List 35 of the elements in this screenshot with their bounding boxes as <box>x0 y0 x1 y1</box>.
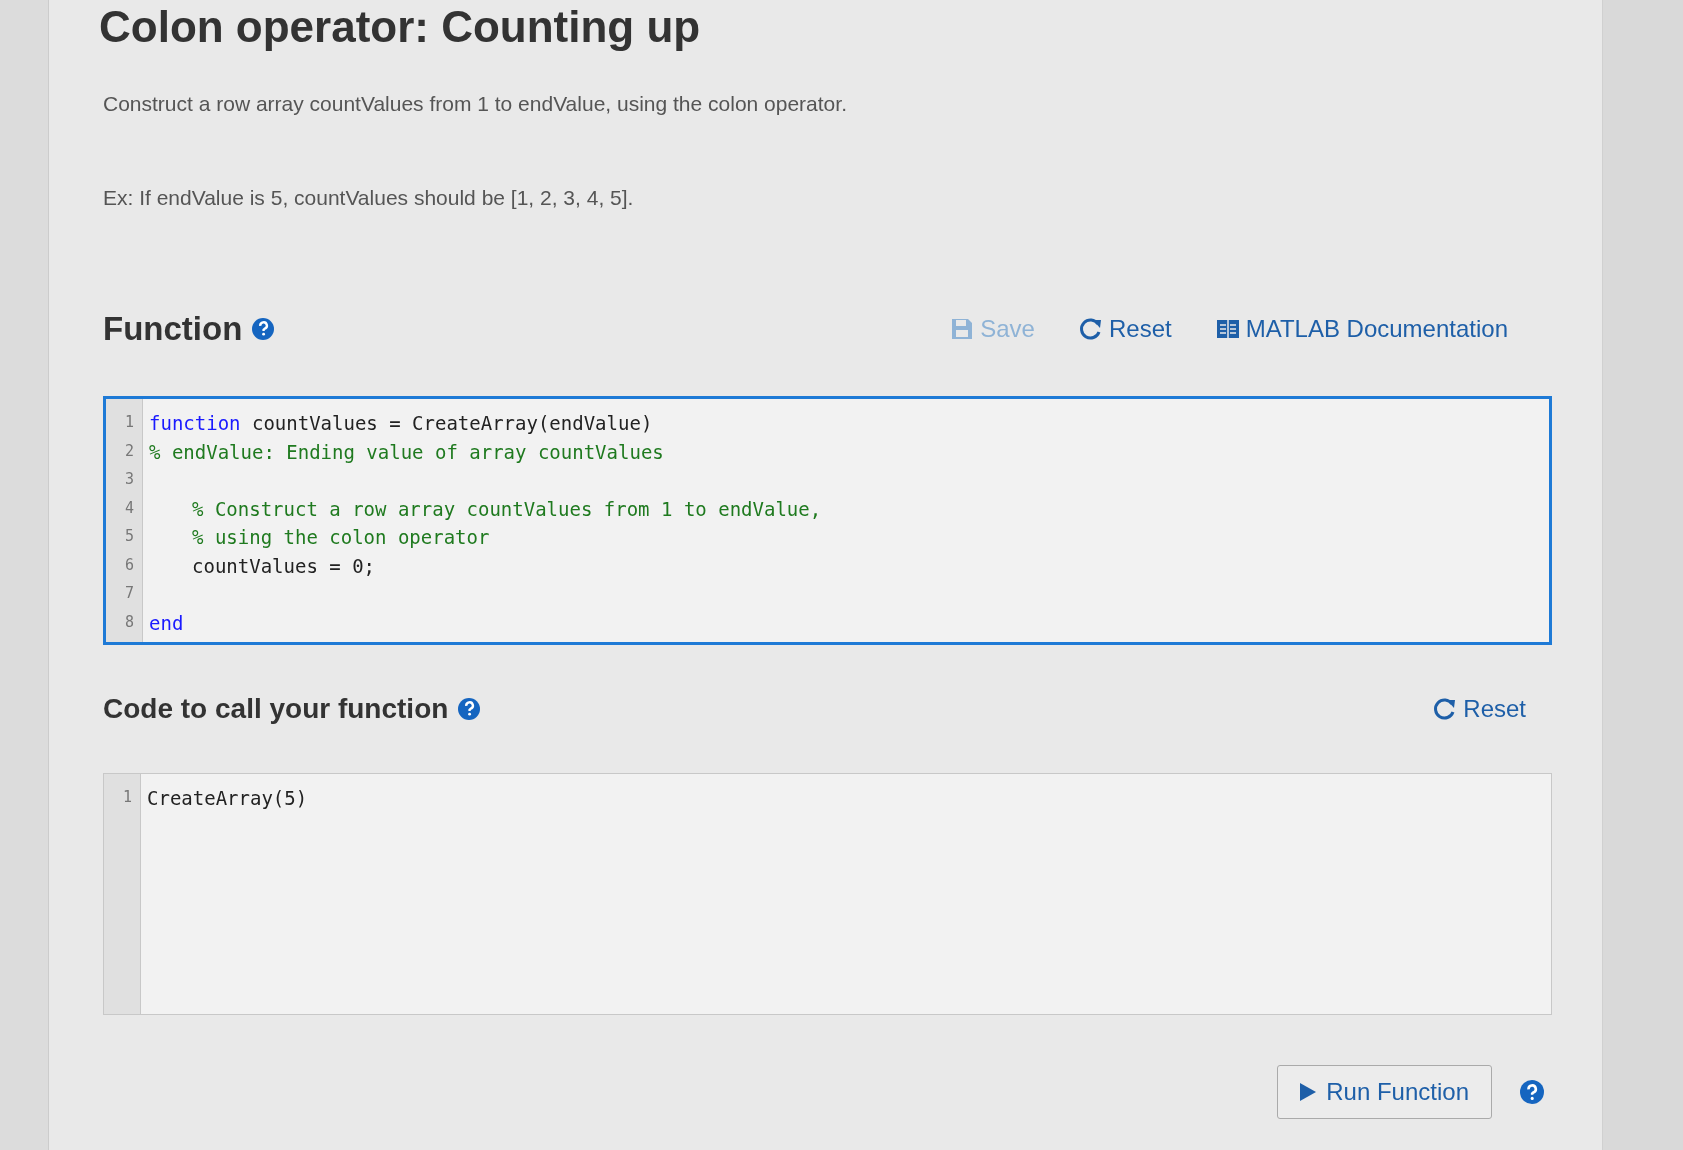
reset-icon <box>1078 317 1103 341</box>
code-comment: % using the colon operator <box>192 526 490 549</box>
line-number: 1 <box>123 413 135 433</box>
book-icon <box>1215 318 1240 340</box>
line-number: 6 <box>123 555 135 576</box>
code-text: countValues = CreateArray(endValue) <box>250 412 653 435</box>
play-icon <box>1300 1083 1317 1101</box>
line-number: 1 <box>121 788 133 808</box>
code-keyword: function <box>149 412 241 435</box>
code-keyword: end <box>149 611 184 634</box>
code-text: countValues = 0; <box>192 554 376 577</box>
line-number: 7 <box>123 584 135 604</box>
code-editor[interactable] <box>103 396 1552 645</box>
description-text: Construct a row array countValues from 1 to endValue, using the colon operator. <box>103 92 848 116</box>
reset-button[interactable]: Reset <box>1078 315 1172 343</box>
line-number: 4 <box>123 498 135 519</box>
line-number: 8 <box>123 612 135 633</box>
line-number: 5 <box>123 527 135 547</box>
line-number: 2 <box>123 441 135 462</box>
help-icon[interactable] <box>1520 1080 1544 1104</box>
help-icon[interactable] <box>458 698 481 720</box>
section-heading: Code to call your function <box>103 693 449 725</box>
page-title: Colon operator: Counting up <box>99 2 702 52</box>
reset-icon <box>1433 697 1458 721</box>
code-editor[interactable]: 1 CreateArray(5) <box>103 773 1552 1015</box>
help-icon[interactable] <box>252 318 275 340</box>
docs-button[interactable]: MATLAB Documentation <box>1215 315 1508 343</box>
code-comment: % Construct a row array countValues from 1 to endValue, <box>192 497 822 520</box>
code-comment: % endValue: Ending value of array countValues <box>149 440 664 463</box>
run-function-button[interactable]: Run Function <box>1277 1065 1492 1119</box>
example-text: Ex: If endValue is 5, countValues should be [1, 2, 3, 4, 5]. <box>103 186 635 210</box>
section-heading: Function <box>103 310 243 348</box>
reset-button[interactable]: Reset <box>1433 695 1526 723</box>
code-text: CreateArray(5) <box>147 787 308 810</box>
line-number: 3 <box>123 470 135 490</box>
